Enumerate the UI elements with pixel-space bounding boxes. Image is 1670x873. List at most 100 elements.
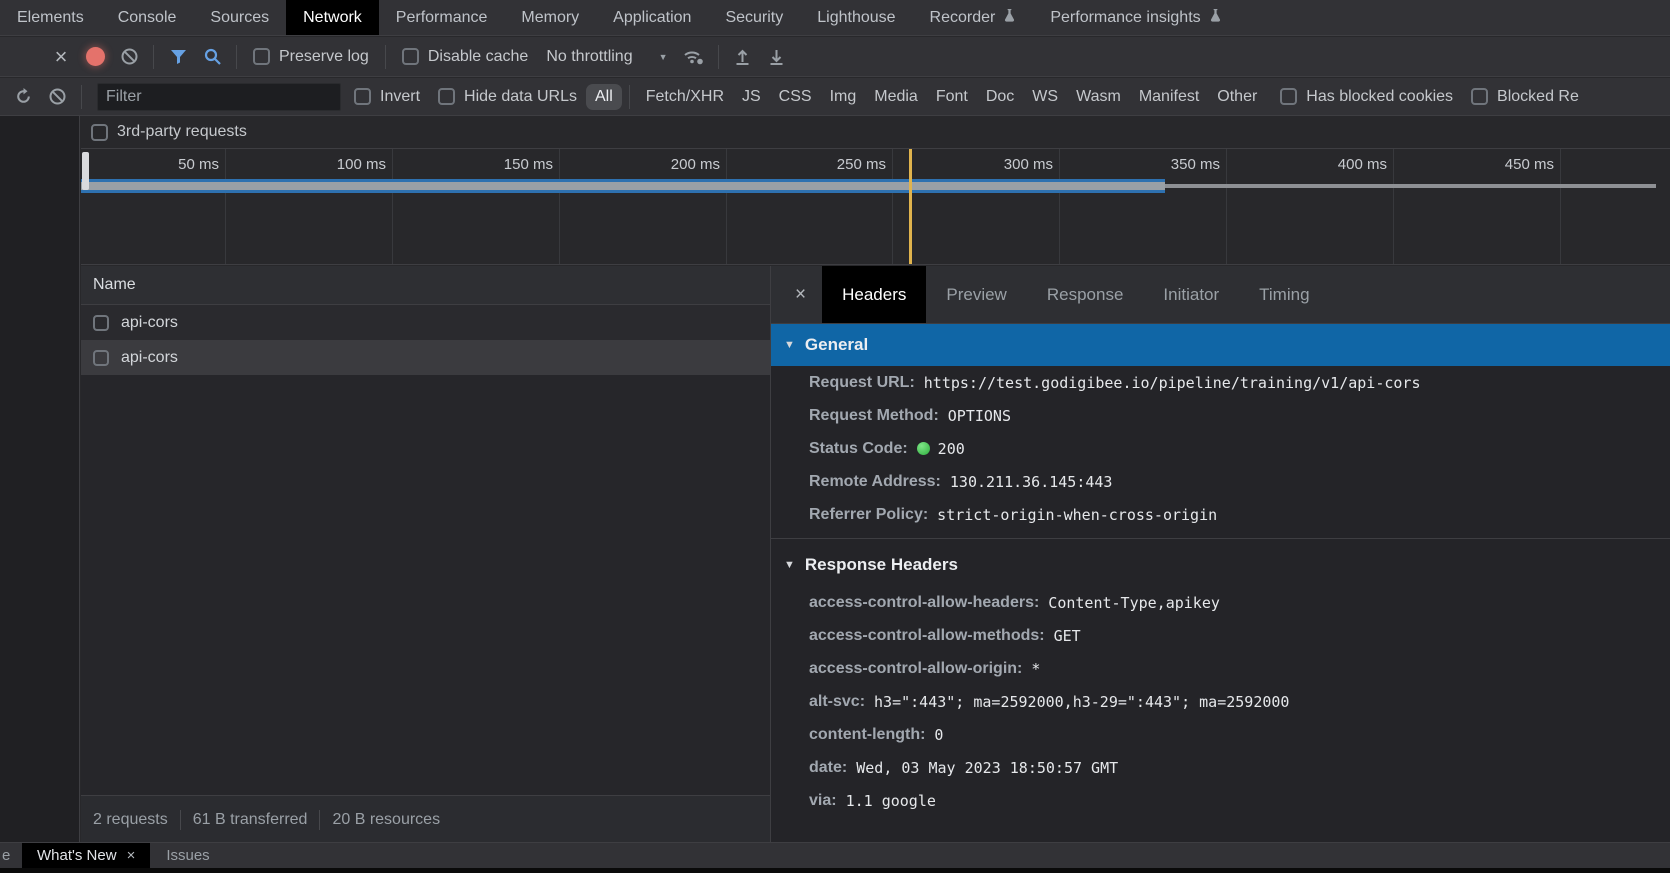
tab-network[interactable]: Network [286, 0, 379, 35]
timeline-column: 350 ms [1060, 149, 1227, 264]
name-column-header[interactable]: Name [81, 266, 770, 305]
filter-toggle-button[interactable] [161, 43, 195, 71]
tab-sources[interactable]: Sources [193, 0, 286, 35]
chevron-expanded-icon: ▼ [784, 339, 795, 351]
timeline-tick: 50 ms [178, 156, 219, 173]
hide-data-urls-checkbox[interactable] [438, 88, 455, 105]
row-checkbox[interactable] [93, 315, 109, 331]
response-headers-section-header[interactable]: ▼ Response Headers [771, 544, 1670, 586]
left-gutter [0, 116, 80, 843]
tab-performance-insights[interactable]: Performance insights [1033, 0, 1238, 35]
blocked-requests-checkbox[interactable] [1471, 88, 1488, 105]
disable-cache-checkbox[interactable] [402, 48, 419, 65]
timeline-tick: 200 ms [671, 156, 720, 173]
disable-cache-toggle[interactable]: Disable cache [402, 48, 529, 66]
filter-input[interactable] [97, 83, 341, 111]
filter-type-js[interactable]: JS [733, 84, 770, 110]
tab-performance[interactable]: Performance [379, 0, 505, 35]
table-row[interactable]: api-cors [81, 305, 770, 340]
search-icon [204, 48, 221, 65]
table-row[interactable]: api-cors [81, 340, 770, 375]
detail-tab-headers[interactable]: Headers [822, 266, 926, 323]
export-har-button[interactable] [760, 43, 794, 71]
third-party-requests-checkbox[interactable] [91, 124, 108, 141]
filter-type-img[interactable]: Img [821, 84, 866, 110]
header-row[interactable]: Request URL: https://test.godigibee.io/p… [771, 366, 1670, 399]
column-header-label: Name [93, 276, 136, 294]
tab-memory[interactable]: Memory [504, 0, 596, 35]
timeline-column: 250 ms [727, 149, 893, 264]
timeline-tick: 400 ms [1338, 156, 1387, 173]
record-network-log-button[interactable] [78, 43, 112, 71]
throttling-select[interactable]: No throttling ▼ [546, 48, 667, 66]
filter-type-ws[interactable]: WS [1023, 84, 1067, 110]
blocked-requests-label: Blocked Re [1497, 88, 1579, 106]
tab-lighthouse[interactable]: Lighthouse [800, 0, 912, 35]
flask-icon [1209, 8, 1222, 27]
close-icon[interactable]: × [127, 847, 136, 864]
header-row[interactable]: Referrer Policy: strict-origin-when-cros… [771, 498, 1670, 531]
close-panel-button[interactable]: × [44, 43, 78, 71]
header-row[interactable]: date: Wed, 03 May 2023 18:50:57 GMT [771, 751, 1670, 784]
header-row[interactable]: access-control-allow-methods: GET [771, 619, 1670, 652]
detail-tab-response[interactable]: Response [1027, 266, 1144, 323]
filter-type-css[interactable]: CSS [770, 84, 821, 110]
detail-tab-timing[interactable]: Timing [1239, 266, 1329, 323]
header-row[interactable]: content-length: 0 [771, 718, 1670, 751]
divider [629, 85, 630, 109]
blocked-requests-toggle[interactable]: Blocked Re [1471, 88, 1579, 106]
has-blocked-cookies-toggle[interactable]: Has blocked cookies [1280, 88, 1453, 106]
preserve-log-checkbox[interactable] [253, 48, 270, 65]
has-blocked-cookies-checkbox[interactable] [1280, 88, 1297, 105]
tab-elements[interactable]: Elements [0, 0, 101, 35]
header-value: 130.211.36.145:443 [950, 473, 1113, 491]
filter-type-fetch-xhr[interactable]: Fetch/XHR [637, 84, 733, 110]
filter-type-doc[interactable]: Doc [977, 84, 1023, 110]
tab-application[interactable]: Application [596, 0, 708, 35]
header-value: OPTIONS [948, 407, 1011, 425]
tab-security[interactable]: Security [708, 0, 800, 35]
drawer-tab-issues[interactable]: Issues [150, 843, 225, 868]
drawer-tab-whats-new[interactable]: What's New × [22, 843, 150, 868]
header-row[interactable]: via: 1.1 google [771, 784, 1670, 817]
timeline-tick: 250 ms [837, 156, 886, 173]
filter-type-media[interactable]: Media [865, 84, 927, 110]
header-row[interactable]: access-control-allow-origin: * [771, 652, 1670, 685]
hide-data-urls-toggle[interactable]: Hide data URLs [438, 88, 577, 106]
header-row[interactable]: Status Code: 200 [771, 432, 1670, 465]
network-overview-timeline[interactable]: 50 ms 100 ms 150 ms 200 ms 250 ms 300 ms… [81, 148, 1670, 265]
divider [319, 810, 320, 830]
filter-type-manifest[interactable]: Manifest [1130, 84, 1208, 110]
overview-load-bar [81, 179, 1165, 193]
general-section-header[interactable]: ▼ General [771, 324, 1670, 366]
overview-drag-handle[interactable] [82, 152, 89, 190]
network-toolbar: × Preserve log Disable cache No throttli… [0, 37, 1670, 77]
header-row[interactable]: Request Method: OPTIONS [771, 399, 1670, 432]
invert-checkbox[interactable] [354, 88, 371, 105]
header-row[interactable]: alt-svc: h3=":443"; ma=2592000,h3-29=":4… [771, 685, 1670, 718]
tab-label: Security [725, 9, 783, 27]
main-tab-bar: Elements Console Sources Network Perform… [0, 0, 1670, 36]
network-conditions-button[interactable] [677, 43, 711, 71]
filter-type-wasm[interactable]: Wasm [1067, 84, 1130, 110]
block-requests-button[interactable] [40, 83, 74, 111]
refresh-button[interactable] [6, 83, 40, 111]
third-party-requests-toggle[interactable]: 3rd-party requests [81, 116, 1670, 148]
search-button[interactable] [195, 43, 229, 71]
tab-console[interactable]: Console [101, 0, 194, 35]
invert-toggle[interactable]: Invert [354, 88, 420, 106]
row-checkbox[interactable] [93, 350, 109, 366]
header-row[interactable]: access-control-allow-headers: Content-Ty… [771, 586, 1670, 619]
tab-recorder[interactable]: Recorder [913, 0, 1034, 35]
detail-tab-initiator[interactable]: Initiator [1143, 266, 1239, 323]
tab-label: Recorder [930, 9, 996, 27]
filter-type-font[interactable]: Font [927, 84, 977, 110]
detail-tab-preview[interactable]: Preview [926, 266, 1026, 323]
preserve-log-toggle[interactable]: Preserve log [253, 48, 369, 66]
clear-network-log-button[interactable] [112, 43, 146, 71]
header-row[interactable]: Remote Address: 130.211.36.145:443 [771, 465, 1670, 498]
import-har-button[interactable] [726, 43, 760, 71]
filter-type-all[interactable]: All [586, 84, 622, 110]
close-details-button[interactable]: × [771, 266, 822, 323]
filter-type-other[interactable]: Other [1208, 84, 1266, 110]
